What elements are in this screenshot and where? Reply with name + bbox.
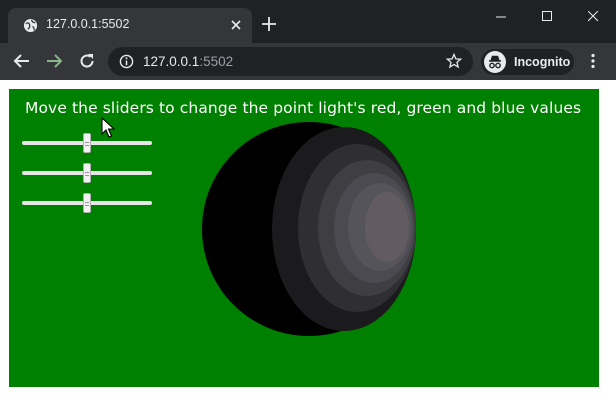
reload-icon[interactable] bbox=[78, 52, 96, 70]
browser-tab[interactable]: 127.0.0.1:5502 bbox=[8, 8, 252, 43]
green-slider[interactable] bbox=[22, 163, 152, 183]
page-viewport: Move the sliders to change the point lig… bbox=[0, 80, 616, 404]
maximize-button[interactable] bbox=[524, 0, 570, 32]
blue-slider[interactable] bbox=[22, 193, 152, 213]
slider-thumb[interactable] bbox=[83, 133, 91, 153]
mouse-cursor-icon bbox=[101, 117, 115, 138]
minimize-button[interactable] bbox=[478, 0, 524, 32]
address-bar[interactable]: 127.0.0.1:5502 bbox=[108, 47, 473, 76]
browser-toolbar: 127.0.0.1:5502 Incognito bbox=[0, 43, 616, 80]
slider-thumb[interactable] bbox=[83, 193, 91, 213]
back-arrow-icon[interactable] bbox=[13, 52, 31, 70]
url-port: :5502 bbox=[199, 54, 234, 69]
close-icon bbox=[587, 10, 598, 21]
red-slider[interactable] bbox=[22, 133, 152, 153]
tab-title: 127.0.0.1:5502 bbox=[46, 17, 130, 31]
incognito-label: Incognito bbox=[514, 55, 571, 69]
lit-sphere bbox=[202, 122, 416, 336]
slider-thumb[interactable] bbox=[83, 163, 91, 183]
new-tab-icon[interactable] bbox=[262, 17, 276, 31]
url-text: 127.0.0.1:5502 bbox=[143, 54, 233, 69]
scene-canvas: Move the sliders to change the point lig… bbox=[9, 89, 599, 387]
url-host: 127.0.0.1 bbox=[143, 54, 200, 69]
tab-strip: 127.0.0.1:5502 bbox=[0, 0, 616, 43]
instruction-text: Move the sliders to change the point lig… bbox=[25, 99, 582, 117]
close-tab-icon[interactable] bbox=[230, 19, 242, 31]
globe-icon bbox=[23, 18, 38, 33]
close-window-button[interactable] bbox=[570, 0, 616, 32]
incognito-icon bbox=[484, 51, 506, 73]
forward-arrow-icon[interactable] bbox=[45, 52, 63, 70]
info-icon[interactable] bbox=[119, 54, 134, 69]
incognito-profile-button[interactable]: Incognito bbox=[481, 49, 574, 75]
menu-dots-icon[interactable] bbox=[584, 52, 602, 70]
minimize-icon bbox=[495, 16, 506, 17]
bookmark-star-icon[interactable] bbox=[446, 53, 462, 69]
maximize-icon bbox=[541, 10, 552, 21]
